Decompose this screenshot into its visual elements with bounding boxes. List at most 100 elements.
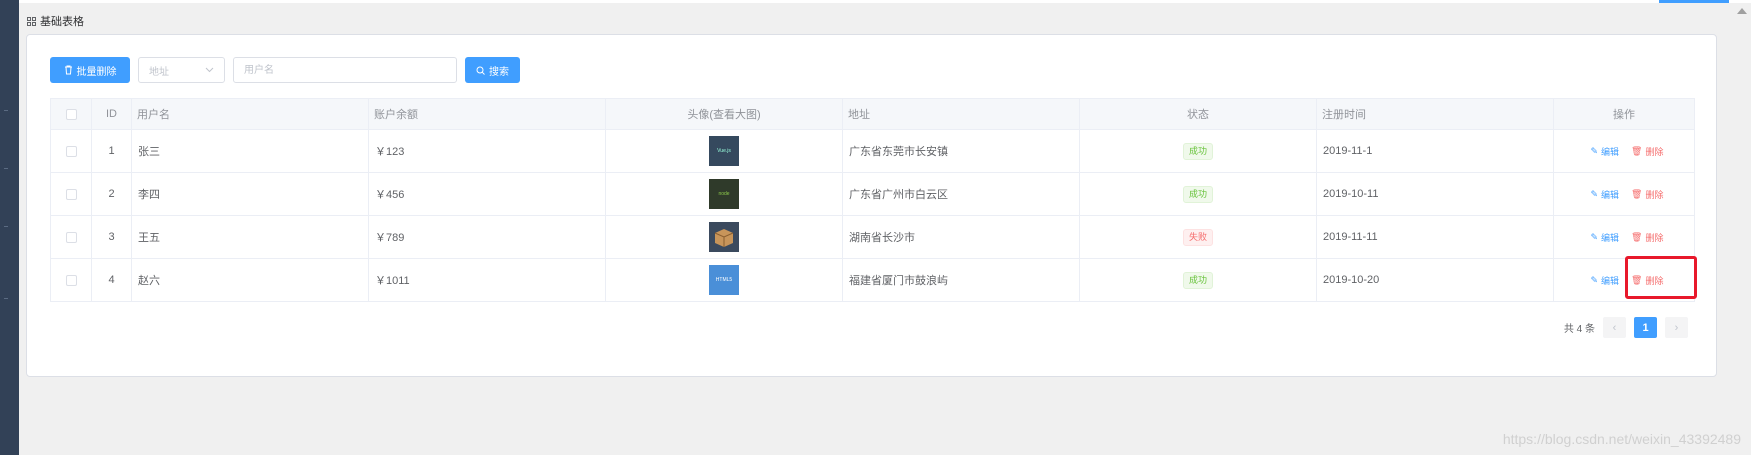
node-logo-icon[interactable]: node [709,179,739,209]
header-address: 地址 [842,98,1080,130]
row-select-cell [50,215,92,259]
next-page-button[interactable]: › [1665,317,1688,338]
table-row: 4 赵六 ￥1011 HTML5 福建省厦门市鼓浪屿 成功 2019-10-20… [50,258,1695,302]
header-status: 状态 [1079,98,1317,130]
cell-balance: ￥1011 [368,258,606,302]
status-badge: 成功 [1182,185,1213,203]
row-checkbox[interactable] [65,145,77,157]
grid-icon [27,16,36,26]
cell-status: 失败 [1079,215,1317,259]
row-select-cell [50,258,92,302]
cell-address: 福建省厦门市鼓浪屿 [842,258,1080,302]
cell-id: 4 [91,258,132,302]
status-badge: 成功 [1182,271,1213,289]
row-select-cell [50,129,92,173]
header-balance: 账户余额 [368,98,606,130]
delete-button[interactable]: 🗑 删除 [1631,231,1663,244]
select-all-cell [50,98,92,130]
cell-actions: ✎ 编辑 🗑 删除 [1553,258,1695,302]
rail-marker [4,110,8,111]
cell-balance: ￥123 [368,129,606,173]
edit-icon: ✎ [1590,274,1599,285]
rail-marker [4,226,8,227]
breadcrumb-label: 基础表格 [40,16,84,28]
table-card: 批量删除 地址 搜索 ID 用户名 账户余额 [26,34,1717,377]
cell-balance: ￥789 [368,215,606,259]
search-button[interactable]: 搜索 [465,57,520,83]
cell-username: 赵六 [131,258,369,302]
html5-logo-icon[interactable]: HTML5 [709,265,739,295]
cell-actions: ✎ 编辑 🗑 删除 [1553,172,1695,216]
row-checkbox[interactable] [65,188,77,200]
edit-label: 编辑 [1601,189,1620,200]
delete-button[interactable]: 🗑 删除 [1631,274,1663,287]
edit-button[interactable]: ✎ 编辑 [1590,188,1619,201]
table-row: 2 李四 ￥456 node 广东省广州市白云区 成功 2019-10-11 ✎… [50,172,1695,216]
data-table: ID 用户名 账户余额 头像(查看大图) 地址 状态 注册时间 操作 1 张三 … [50,98,1695,302]
address-select-value: 地址 [149,66,169,78]
rail-marker [4,168,8,169]
edit-icon: ✎ [1590,188,1599,199]
delete-label: 删除 [1645,275,1664,286]
cell-actions: ✎ 编辑 🗑 删除 [1553,129,1695,173]
page-number-button[interactable]: 1 [1634,317,1657,338]
prev-page-button[interactable]: ‹ [1603,317,1626,338]
status-badge: 失败 [1182,228,1213,246]
edit-button[interactable]: ✎ 编辑 [1590,145,1619,158]
search-icon [476,66,485,75]
edit-button[interactable]: ✎ 编辑 [1590,231,1619,244]
header-actions: 操作 [1553,98,1695,130]
trash-icon [64,65,72,75]
delete-label: 删除 [1645,146,1664,157]
batch-delete-button[interactable]: 批量删除 [50,57,130,83]
vue-logo-icon[interactable]: Vue.js [709,136,739,166]
cell-username: 王五 [131,215,369,259]
cell-address: 广东省东莞市长安镇 [842,129,1080,173]
watermark: https://blog.csdn.net/weixin_43392489 [1502,431,1741,447]
cell-reg-time: 2019-10-11 [1316,172,1554,216]
username-input[interactable] [233,57,457,83]
top-strip [19,0,1751,3]
row-checkbox[interactable] [65,231,77,243]
delete-button[interactable]: 🗑 删除 [1631,188,1663,201]
rail-marker [4,298,8,299]
cell-status: 成功 [1079,258,1317,302]
edit-label: 编辑 [1601,275,1620,286]
header-reg-time: 注册时间 [1316,98,1554,130]
table-header-row: ID 用户名 账户余额 头像(查看大图) 地址 状态 注册时间 操作 [50,98,1695,130]
edit-button[interactable]: ✎ 编辑 [1590,274,1619,287]
chevron-down-icon [205,67,214,73]
address-select[interactable]: 地址 [138,57,225,83]
edit-label: 编辑 [1601,232,1620,243]
cell-reg-time: 2019-11-11 [1316,215,1554,259]
row-select-cell [50,172,92,216]
search-label: 搜索 [489,66,509,78]
cell-reg-time: 2019-10-20 [1316,258,1554,302]
toolbar: 批量删除 地址 搜索 [50,57,520,83]
delete-button[interactable]: 🗑 删除 [1631,145,1663,158]
cell-id: 3 [91,215,132,259]
header-username: 用户名 [131,98,369,130]
trash-icon: 🗑 [1631,188,1643,199]
header-id: ID [91,98,132,130]
cell-avatar [605,215,843,259]
box-logo-icon[interactable] [709,222,739,252]
cell-balance: ￥456 [368,172,606,216]
cell-avatar: node [605,172,843,216]
delete-label: 删除 [1645,232,1664,243]
edit-icon: ✎ [1590,231,1599,242]
cell-status: 成功 [1079,172,1317,216]
pagination: 共 4 条 ‹ 1 › [1564,317,1688,338]
cell-address: 广东省广州市白云区 [842,172,1080,216]
status-badge: 成功 [1182,142,1213,160]
scroll-up-icon[interactable] [1737,8,1747,14]
row-checkbox[interactable] [65,274,77,286]
cell-address: 湖南省长沙市 [842,215,1080,259]
cell-id: 1 [91,129,132,173]
cell-username: 张三 [131,129,369,173]
cell-username: 李四 [131,172,369,216]
select-all-checkbox[interactable] [65,108,77,120]
trash-icon: 🗑 [1631,145,1643,156]
cell-status: 成功 [1079,129,1317,173]
breadcrumb: 基础表格 [27,14,84,28]
